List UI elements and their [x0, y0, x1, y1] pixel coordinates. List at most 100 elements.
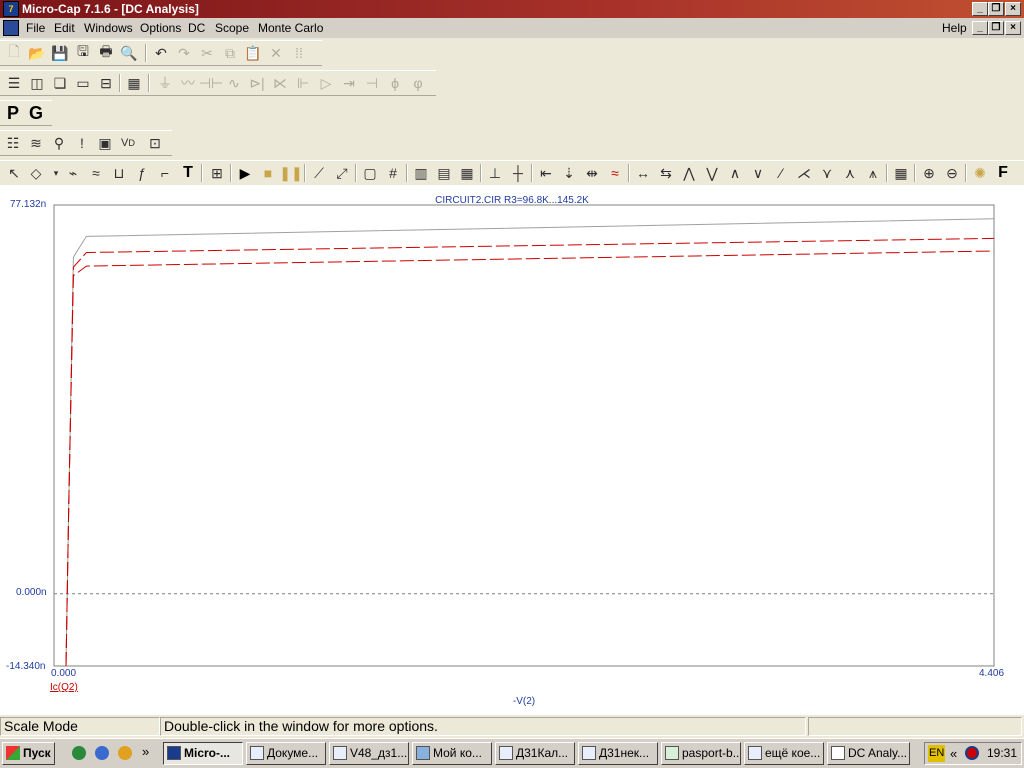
g-button[interactable]: G — [26, 103, 46, 123]
cascade-icon[interactable]: ❏ — [50, 73, 70, 93]
resistor-icon[interactable]: 〰 — [178, 73, 198, 93]
restore-button[interactable]: ❐ — [988, 2, 1004, 16]
baseline-icon[interactable]: ⊥ — [485, 163, 505, 183]
child-close-button[interactable]: × — [1005, 21, 1021, 35]
menu-edit[interactable]: Edit — [54, 20, 75, 36]
child-minimize-button[interactable]: _ — [972, 21, 988, 35]
quicklaunch-icon[interactable] — [72, 746, 86, 760]
save-icon[interactable]: 💾 — [50, 43, 70, 63]
task-button[interactable]: ещё кое... — [744, 742, 824, 765]
redo-icon[interactable]: ↷ — [174, 43, 194, 63]
pause-icon[interactable]: ❚❚ — [279, 163, 302, 183]
print-preview-icon[interactable]: 🔍 — [119, 43, 139, 63]
task-button[interactable]: Мой ко... — [412, 742, 492, 765]
settings-icon[interactable]: ✺ — [970, 163, 990, 183]
plot-window[interactable]: CIRCUIT2.CIR R3=96.8K...145.2K 77.132n 0… — [0, 185, 1024, 715]
app-icon[interactable]: 7 — [3, 1, 19, 17]
bulb-icon[interactable]: ǃ — [72, 133, 92, 153]
peak-icon[interactable]: ⋀ — [679, 163, 699, 183]
font-tool-button[interactable]: F — [993, 163, 1013, 183]
zoom-out-icon[interactable]: ⊖ — [942, 163, 962, 183]
child-window-icon[interactable] — [3, 20, 19, 36]
menu-monte-carlo[interactable]: Monte Carlo — [258, 20, 323, 36]
minimize-button[interactable]: _ — [972, 2, 988, 16]
cursor-left-icon[interactable]: ⇤ — [536, 163, 556, 183]
y-axis-label[interactable]: Ic(Q2) — [50, 682, 78, 693]
grid-icon[interactable]: # — [383, 163, 403, 183]
tile-vertical-icon[interactable]: ◫ — [27, 73, 47, 93]
start-button[interactable]: Пуск — [2, 742, 55, 765]
p-button[interactable]: P — [3, 103, 23, 123]
child-restore-button[interactable]: ❐ — [988, 21, 1004, 35]
task-button[interactable]: V48_дз1... — [329, 742, 409, 765]
meter-icon[interactable]: φ — [408, 73, 428, 93]
stop-icon[interactable]: ■ — [258, 163, 278, 183]
task-button[interactable]: Д31Кал... — [495, 742, 575, 765]
linear-scale-icon[interactable]: ⟋ — [309, 163, 329, 183]
task-button[interactable]: pasport-b... — [661, 742, 741, 765]
cross-icon[interactable]: ┼ — [508, 163, 528, 183]
log-scale-icon[interactable]: ⤢ — [332, 163, 352, 183]
tray-chevron[interactable]: « — [950, 745, 957, 762]
graph-icon[interactable]: ⊡ — [145, 133, 165, 153]
global-low-icon[interactable]: ⋎ — [817, 163, 837, 183]
save-all-icon[interactable]: 🖫 — [73, 43, 93, 63]
task-button[interactable]: Докуме... — [246, 742, 326, 765]
media-icon[interactable] — [118, 746, 132, 760]
menu-help[interactable]: Help — [942, 20, 967, 36]
task-button[interactable]: Micro-... — [163, 742, 243, 765]
new-icon[interactable]: 🗋 — [4, 43, 24, 63]
cursor-both-icon[interactable]: ⇹ — [582, 163, 602, 183]
global-high-icon[interactable]: ⋏ — [840, 163, 860, 183]
transistor-icon[interactable]: ⋉ — [270, 73, 290, 93]
probe-icon[interactable]: ⚲ — [49, 133, 69, 153]
copy-icon[interactable]: ⧉ — [220, 43, 240, 63]
low-icon[interactable]: ∨ — [748, 163, 768, 183]
close-button[interactable]: × — [1005, 2, 1021, 16]
display-icon[interactable]: ▣ — [95, 133, 115, 153]
maximize-window-icon[interactable]: ▭ — [73, 73, 93, 93]
inductor-icon[interactable]: ∿ — [224, 73, 244, 93]
step-icon[interactable]: ⌐ — [155, 163, 175, 183]
battery-icon[interactable]: ⊣ — [362, 73, 382, 93]
properties-icon[interactable]: ⊞ — [207, 163, 227, 183]
function-icon[interactable]: ƒ — [132, 163, 152, 183]
capacitor-icon[interactable]: ⊣⊢ — [199, 73, 223, 93]
fine-grid-icon[interactable]: ▦ — [457, 163, 477, 183]
sweep-icon[interactable]: ≈ — [86, 163, 106, 183]
frame-icon[interactable]: ▢ — [360, 163, 380, 183]
scale-mode-icon[interactable]: ⌁ — [63, 163, 83, 183]
tray-app-icon[interactable] — [965, 746, 979, 760]
histogram-icon[interactable]: ⊔ — [109, 163, 129, 183]
menu-windows[interactable]: Windows — [84, 20, 133, 36]
slope-icon[interactable]: ⁄ — [771, 163, 791, 183]
valley-icon[interactable]: ⋁ — [702, 163, 722, 183]
menu-file[interactable]: File — [26, 20, 45, 36]
text-tool-button[interactable]: T — [178, 163, 198, 183]
split-window-icon[interactable]: ⊟ — [96, 73, 116, 93]
delete-icon[interactable]: ✕ — [266, 43, 286, 63]
trace-icon[interactable]: ≈ — [605, 163, 625, 183]
undo-icon[interactable]: ↶ — [151, 43, 171, 63]
ie-icon[interactable] — [95, 746, 109, 760]
menu-options[interactable]: Options — [140, 20, 181, 36]
top-icon[interactable]: ⩚ — [863, 163, 883, 183]
select-all-icon[interactable]: ⁞⁞ — [289, 43, 309, 63]
open-icon[interactable]: 📂 — [27, 43, 47, 63]
vd-icon[interactable]: VD — [118, 133, 138, 153]
prev-point-icon[interactable]: ⇆ — [656, 163, 676, 183]
ground-icon[interactable]: ⏚ — [155, 73, 175, 93]
run-icon[interactable]: ▶ — [235, 163, 255, 183]
print-icon[interactable]: 🖶 — [96, 43, 116, 63]
next-point-icon[interactable]: ↔ — [633, 163, 653, 183]
minor-grid-icon[interactable]: ▥ — [411, 163, 431, 183]
language-indicator[interactable]: EN — [928, 745, 946, 762]
waveform-icon[interactable]: ≋ — [26, 133, 46, 153]
source-icon[interactable]: ϕ — [385, 73, 405, 93]
switch-icon[interactable]: ⇥ — [339, 73, 359, 93]
zoom-in-icon[interactable]: ⊕ — [919, 163, 939, 183]
tile-horizontal-icon[interactable]: ☰ — [4, 73, 24, 93]
menu-dc[interactable]: DC — [188, 20, 205, 36]
list-icon[interactable]: ☷ — [3, 133, 23, 153]
shapes-icon[interactable]: ◇ — [26, 163, 46, 183]
